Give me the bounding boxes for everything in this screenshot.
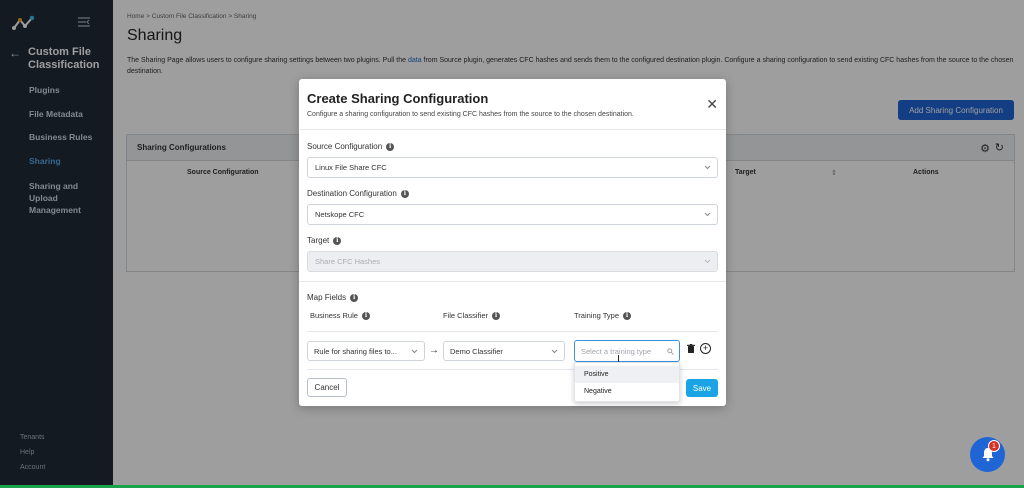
source-configuration-label-text: Source Configuration: [307, 142, 383, 151]
map-fields-label: Map Fields i: [307, 293, 359, 302]
target-select: Share CFC Hashes: [307, 251, 718, 272]
text-cursor-icon: I: [617, 354, 620, 365]
option-positive[interactable]: Positive: [575, 366, 679, 383]
file-classifier-header: File Classifier i: [443, 311, 501, 320]
business-rule-select[interactable]: Rule for sharing files to...: [307, 341, 425, 361]
business-rule-header: Business Rule i: [310, 311, 370, 320]
business-rule-value: Rule for sharing files to...: [314, 346, 397, 356]
training-type-header-text: Training Type: [574, 311, 620, 320]
chevron-down-icon: [704, 259, 711, 264]
add-row-icon[interactable]: +: [700, 343, 711, 354]
save-button[interactable]: Save: [686, 379, 718, 397]
business-rule-header-text: Business Rule: [310, 311, 358, 320]
chevron-down-icon: [551, 349, 558, 354]
cancel-button[interactable]: Cancel: [307, 378, 347, 397]
file-classifier-header-text: File Classifier: [443, 311, 489, 320]
notifications-button[interactable]: [970, 437, 1005, 472]
source-configuration-value: Linux File Share CFC: [315, 163, 387, 172]
destination-configuration-label-text: Destination Configuration: [307, 189, 397, 198]
training-type-input[interactable]: Select a training type: [574, 340, 680, 362]
info-icon[interactable]: i: [350, 293, 359, 302]
divider: [299, 281, 726, 282]
target-value: Share CFC Hashes: [315, 257, 381, 266]
modal-subtitle: Configure a sharing configuration to sen…: [307, 111, 634, 118]
training-type-header: Training Type i: [574, 311, 632, 320]
chevron-down-icon: [704, 165, 711, 170]
file-classifier-select[interactable]: Demo Classifier: [443, 341, 565, 361]
arrow-right-icon: →: [429, 345, 439, 356]
notification-badge: 1: [988, 440, 1000, 452]
info-icon[interactable]: i: [492, 311, 501, 320]
destination-configuration-value: Netskope CFC: [315, 210, 365, 219]
target-label-text: Target: [307, 236, 330, 245]
create-sharing-configuration-modal: Create Sharing Configuration Configure a…: [299, 79, 726, 406]
info-icon[interactable]: i: [361, 311, 370, 320]
divider: [299, 129, 726, 130]
close-icon[interactable]: ✕: [706, 97, 718, 111]
destination-configuration-select[interactable]: Netskope CFC: [307, 204, 718, 225]
divider: [307, 331, 718, 332]
info-icon[interactable]: i: [400, 189, 409, 198]
target-label: Target i: [307, 236, 342, 245]
file-classifier-value: Demo Classifier: [450, 346, 503, 356]
trash-icon[interactable]: [687, 344, 695, 355]
option-negative[interactable]: Negative: [575, 383, 679, 400]
modal-title: Create Sharing Configuration: [307, 91, 489, 106]
chevron-down-icon: [411, 349, 418, 354]
info-icon[interactable]: i: [623, 311, 632, 320]
source-configuration-label: Source Configuration i: [307, 142, 395, 151]
info-icon[interactable]: i: [333, 236, 342, 245]
training-type-dropdown: Positive Negative: [574, 362, 680, 402]
search-icon: [667, 348, 674, 355]
source-configuration-select[interactable]: Linux File Share CFC: [307, 157, 718, 178]
chevron-down-icon: [704, 212, 711, 217]
info-icon[interactable]: i: [386, 142, 395, 151]
destination-configuration-label: Destination Configuration i: [307, 189, 409, 198]
map-fields-label-text: Map Fields: [307, 293, 347, 302]
